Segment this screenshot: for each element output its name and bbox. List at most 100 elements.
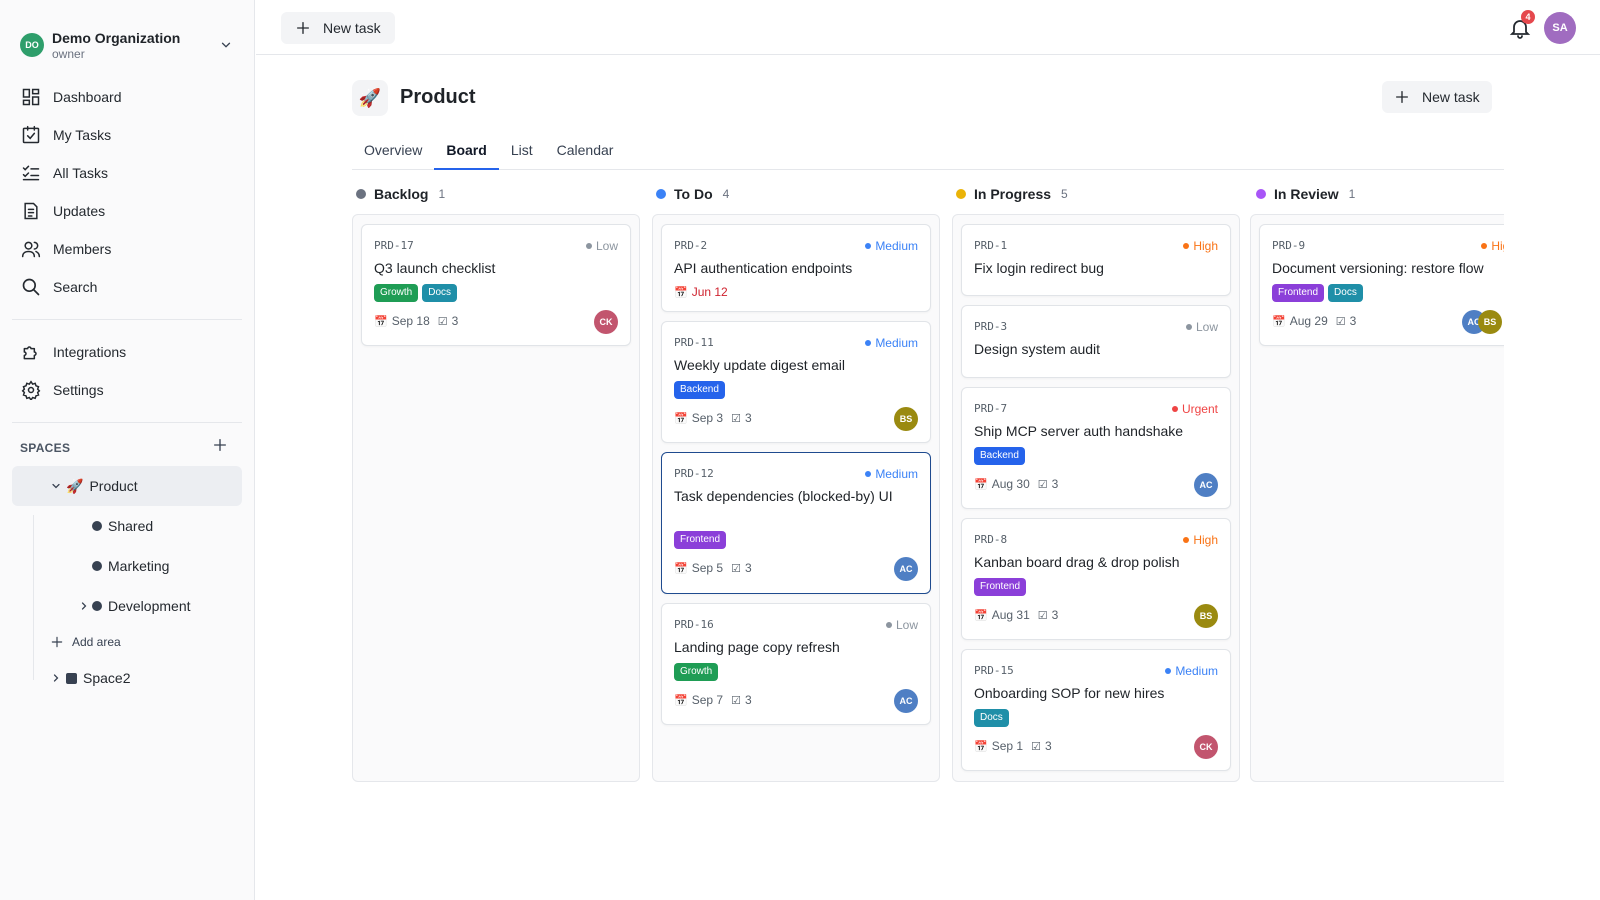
new-task-button[interactable]: New task — [281, 12, 395, 44]
tab-list[interactable]: List — [499, 136, 545, 170]
assignee-avatar: AC — [894, 689, 918, 713]
column-todo: PRD-2 Medium API authentication endpoint… — [652, 214, 940, 782]
task-card-prd-1[interactable]: PRD-1 High Fix login redirect bug — [961, 224, 1231, 296]
nav-item-my-tasks[interactable]: My Tasks — [12, 116, 242, 154]
task-meta: 📅 Sep 1 ☑ 3 — [974, 739, 1052, 753]
task-card-prd-9[interactable]: PRD-9 High Document versioning: restore … — [1259, 224, 1504, 346]
nav-item-search[interactable]: Search — [12, 268, 242, 306]
spaces-header: SPACES — [0, 423, 254, 466]
checklist-icon: ☑ — [731, 412, 741, 425]
dashboard-icon — [22, 88, 40, 106]
nav-label: Search — [53, 279, 98, 295]
area-label: Shared — [108, 518, 154, 534]
area-item-marketing[interactable]: Marketing — [12, 546, 242, 586]
tag-growth: Growth — [674, 663, 719, 681]
org-switcher[interactable]: DO Demo Organization owner — [0, 0, 254, 72]
column-count: 4 — [722, 187, 730, 201]
checklist-icon: ☑ — [1037, 609, 1048, 622]
space-label: Space2 — [83, 670, 131, 686]
gear-icon — [21, 380, 41, 400]
plus-icon — [51, 636, 63, 648]
spaces-title: SPACES — [20, 440, 71, 455]
org-text: Demo Organization owner — [52, 30, 218, 61]
task-title: Document versioning: restore flow — [1272, 260, 1484, 276]
column-clip: PRD-9 High Document versioning: restore … — [1250, 214, 1504, 784]
task-id: PRD-3 — [974, 320, 1008, 333]
project-new-task-button[interactable]: New task — [1382, 81, 1492, 113]
task-card-prd-3[interactable]: PRD-3 Low Design system audit — [961, 305, 1231, 378]
tab-overview[interactable]: Overview — [352, 136, 434, 170]
nav-item-settings[interactable]: Settings — [12, 371, 242, 409]
task-meta: 📅 Jun 12 — [674, 285, 728, 299]
secondary-nav: Integrations Settings — [0, 333, 254, 409]
add-area-button[interactable]: Add area — [12, 626, 242, 658]
assignee-avatar: CK — [1194, 735, 1218, 759]
task-card-prd-12[interactable]: PRD-12 Medium Task dependencies (blocked… — [661, 452, 931, 594]
tab-calendar[interactable]: Calendar — [545, 136, 626, 170]
rocket-icon: 🚀 — [66, 477, 84, 494]
task-card-prd-8[interactable]: PRD-8 High Kanban board drag & drop poli… — [961, 518, 1231, 640]
calendar-icon: 📅 — [1272, 315, 1286, 328]
space-item-space2[interactable]: Space2 — [12, 658, 242, 698]
nav-item-all-tasks[interactable]: All Tasks — [12, 154, 242, 192]
task-title: Fix login redirect bug — [974, 260, 1104, 276]
area-dot — [92, 561, 102, 571]
area-dot — [92, 601, 102, 611]
column-title: In Progress — [974, 186, 1052, 202]
priority-badge: Medium — [865, 467, 918, 481]
tag-growth: Growth — [374, 284, 419, 302]
column-count: 5 — [1061, 187, 1068, 201]
priority-badge: Medium — [865, 239, 918, 253]
user-avatar[interactable]: SA — [1544, 12, 1576, 44]
add-space-plus-icon[interactable] — [212, 437, 228, 458]
priority-badge: High — [1183, 239, 1218, 253]
priority-badge: Low — [1185, 320, 1218, 334]
task-meta: 📅 Aug 30 ☑ 3 — [974, 477, 1059, 491]
task-id: PRD-16 — [674, 618, 714, 631]
tab-board[interactable]: Board — [434, 136, 499, 170]
task-card-prd-7[interactable]: PRD-7 Urgent Ship MCP server auth handsh… — [961, 387, 1231, 509]
nav-item-updates[interactable]: Updates — [12, 192, 242, 230]
priority-badge: Medium — [865, 336, 918, 350]
space-label: Product — [89, 478, 138, 494]
nav-item-integrations[interactable]: Integrations — [12, 333, 242, 371]
plus-icon — [1396, 91, 1408, 103]
area-item-development[interactable]: Development — [12, 586, 242, 626]
column-in-review: PRD-9 High Document versioning: restore … — [1250, 214, 1504, 782]
chevron-right-icon[interactable] — [50, 672, 62, 684]
nav-item-members[interactable]: Members — [12, 230, 242, 268]
task-title: Weekly update digest email — [674, 357, 845, 373]
list-checks-icon — [22, 165, 40, 181]
chevron-right-icon[interactable] — [78, 600, 90, 612]
checklist-icon: ☑ — [731, 694, 741, 707]
task-card-prd-11[interactable]: PRD-11 Medium Weekly update digest email… — [661, 321, 931, 443]
column-header-backlog: Backlog 1 — [356, 186, 445, 202]
task-title: Q3 launch checklist — [374, 260, 496, 276]
task-card-prd-17[interactable]: PRD-17 Low Q3 launch checklist Growth Do… — [361, 224, 631, 346]
calendar-icon: 📅 — [674, 694, 688, 707]
column-dot — [1256, 189, 1266, 199]
checklist-icon: ☑ — [437, 315, 448, 328]
task-card-prd-15[interactable]: PRD-15 Medium Onboarding SOP for new hir… — [961, 649, 1231, 771]
chevron-down-icon[interactable] — [218, 37, 234, 53]
chevron-down-icon[interactable] — [50, 480, 62, 492]
calendar-icon: 📅 — [674, 412, 688, 425]
task-title: Design system audit — [974, 341, 1101, 357]
column-header-in-progress: In Progress 5 — [956, 186, 1068, 202]
column-count: 1 — [438, 187, 446, 201]
priority-badge: Low — [585, 239, 618, 253]
tag-frontend: Frontend — [1272, 284, 1325, 302]
calendar-icon: 📅 — [674, 562, 688, 575]
tag-backend: Backend — [974, 447, 1025, 465]
area-item-shared[interactable]: Shared — [12, 506, 242, 546]
tag-list: Docs — [974, 709, 1013, 727]
tag-docs: Docs — [974, 709, 1009, 727]
space-item-product[interactable]: 🚀 Product — [12, 466, 242, 506]
column-backlog: PRD-17 Low Q3 launch checklist Growth Do… — [352, 214, 640, 782]
task-card-prd-16[interactable]: PRD-16 Low Landing page copy refresh Gro… — [661, 603, 931, 725]
nav-label: Members — [53, 241, 112, 257]
task-card-prd-2[interactable]: PRD-2 Medium API authentication endpoint… — [661, 224, 931, 312]
tag-backend: Backend — [674, 381, 725, 399]
nav-item-dashboard[interactable]: Dashboard — [12, 78, 242, 116]
nav-label: Dashboard — [53, 89, 122, 105]
